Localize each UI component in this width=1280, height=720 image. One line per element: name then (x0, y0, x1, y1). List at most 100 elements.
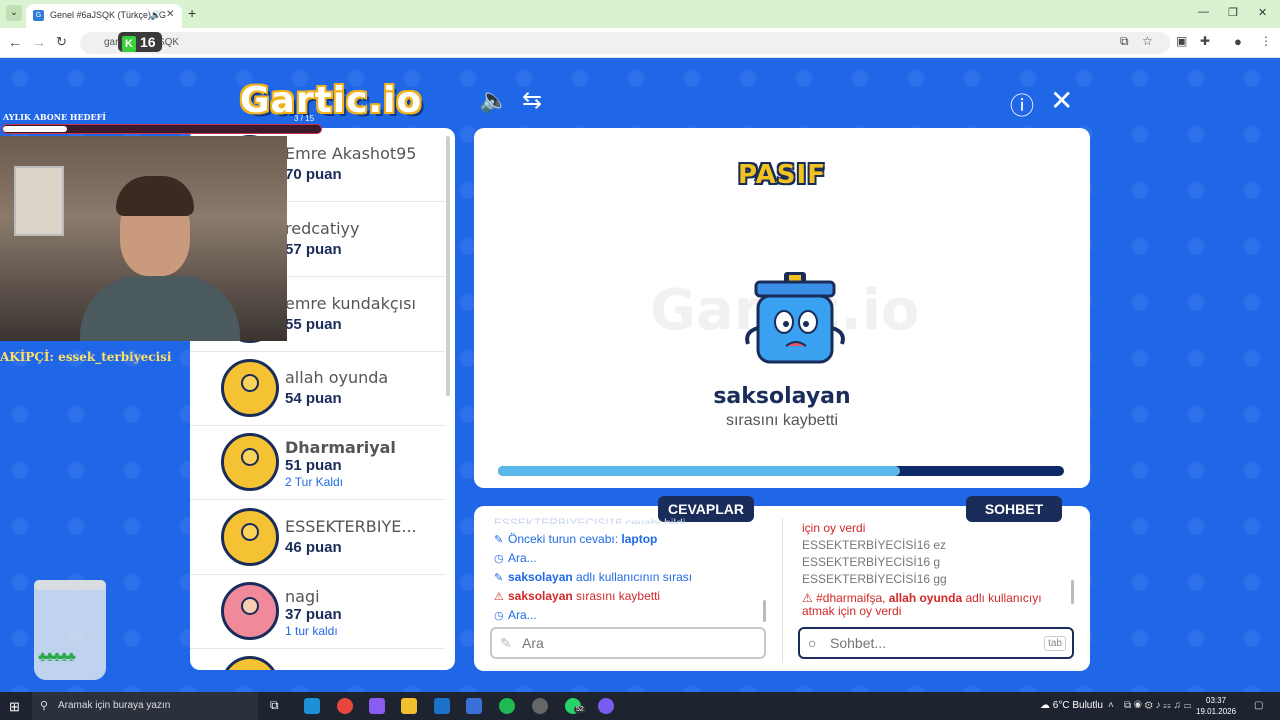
player-name: Emre Akashot95 (285, 144, 417, 163)
close-window-button[interactable]: ✕ (1258, 6, 1267, 19)
obs-icon[interactable] (532, 698, 548, 714)
drawing-panel: PASIF Gartic.io saksolayan sırasını kayb… (474, 128, 1090, 488)
tab-key-hint: tab (1044, 636, 1066, 651)
edge-icon[interactable] (304, 698, 320, 714)
answer-input-box[interactable]: ✎ (490, 627, 766, 659)
chat-input-box[interactable]: ○ tab (798, 627, 1074, 659)
tab-title: Genel #6aJSQK (Türkçe) - G (50, 10, 167, 20)
messenger-icon[interactable] (598, 698, 614, 714)
puzzle-icon[interactable]: ✚ (1200, 34, 1210, 48)
answer-line: ◷ Ara... (494, 608, 537, 622)
warning-icon: ⚠ (494, 591, 504, 603)
minimize-button[interactable]: — (1198, 6, 1209, 18)
subscriber-goal-fill (3, 126, 67, 132)
tab-search-button[interactable]: ⌄ (6, 5, 22, 21)
player-score: 57 puan (285, 241, 342, 258)
kick-live-badge: K 16 (118, 32, 162, 52)
player-avatar (221, 582, 279, 640)
cloud-icon: ☁ (1040, 700, 1053, 711)
webcam-overlay (0, 136, 287, 341)
chat-line: ESSEKTERBİYECİSİ16 g (802, 555, 941, 569)
chat-warning: ⚠ #dharmaifşa, allah oyunda adlı kullanı… (802, 591, 1042, 605)
browser-menu-icon[interactable]: ⋮ (1260, 34, 1272, 48)
browser-tab[interactable]: G Genel #6aJSQK (Türkçe) - G 🔊 ✕ (26, 4, 182, 28)
restore-button[interactable]: ❐ (1228, 6, 1238, 19)
player-row[interactable] (190, 649, 445, 670)
weather-widget[interactable]: ☁ 6°C Bulutlu (1040, 700, 1103, 711)
clock-time: 03:37 (1206, 696, 1227, 705)
gartic-logo[interactable]: Gartic.io (240, 80, 422, 121)
chat-scrollbar[interactable] (1071, 580, 1074, 604)
players-scrollbar[interactable] (446, 136, 450, 396)
taskbar-clock[interactable]: 03:37 19.01.2026 (1196, 695, 1236, 717)
player-score: 70 puan (285, 166, 342, 183)
player-avatar (221, 656, 279, 670)
extension-icon[interactable]: ▣ (1176, 34, 1187, 48)
notification-icon[interactable]: ▢ (1254, 700, 1263, 711)
subscriber-goal-count: 3 / 15 (294, 114, 315, 123)
player-turns-left: 1 tur kaldı (285, 624, 338, 638)
turn-message: sırasını kaybetti (725, 412, 839, 429)
player-row[interactable]: allah oyunda 54 puan (190, 352, 445, 426)
tab-close-icon[interactable]: ✕ (166, 9, 174, 20)
task-view-icon[interactable]: ⧉ (270, 698, 286, 714)
player-row[interactable]: ESSEKTERBIYE... 46 puan (190, 501, 445, 575)
chrome-icon[interactable] (337, 698, 353, 714)
spotify-icon[interactable] (499, 698, 515, 714)
kick-viewer-count: 16 (140, 34, 156, 50)
clock-icon: ◷ (494, 553, 504, 565)
store-icon[interactable] (466, 698, 482, 714)
chat-input[interactable] (830, 635, 1030, 651)
cast-icon[interactable]: ⧉ (1120, 34, 1129, 49)
share-icon[interactable]: ⇆ (522, 86, 542, 115)
tray-chevron-icon[interactable]: ˄ (1108, 700, 1114, 711)
subscriber-goal-label: AYLIK ABONE HEDEFİ (3, 112, 107, 122)
tray-icons[interactable]: ⧉ ◉ ⚙ ♪ ☷ ♫ ▭ (1124, 700, 1191, 711)
pencil-icon: ✎ (494, 534, 504, 546)
answers-chat-panel: CEVAPLAR SOHBET ESSEKTERBIYECISI16 cevab… (474, 496, 1090, 671)
address-bar[interactable]: gartic.io/6aJSQK (80, 32, 1170, 54)
clock-icon: ◷ (494, 610, 504, 622)
windows-start-icon[interactable]: ⊞ (9, 699, 20, 715)
answer-line: ◷ Ara... (494, 551, 537, 565)
taskbar-search[interactable]: Aramak için buraya yazın (32, 692, 258, 720)
browser-tabbar: ⌄ G Genel #6aJSQK (Türkçe) - G 🔊 ✕ + — ❐… (0, 0, 1280, 28)
reload-icon[interactable]: ↻ (56, 34, 67, 50)
player-row[interactable]: nagi 37 puan 1 tur kaldı (190, 575, 445, 649)
chat-line: ESSEKTERBİYECİSİ16 ez (802, 538, 947, 552)
close-icon[interactable]: ✕ (1050, 84, 1073, 117)
answer-line: ✎ Önceki turun cevabı: laptop (494, 532, 658, 546)
latest-follower: AKİPÇİ: essek_terbiyecisi (0, 350, 172, 364)
forward-arrow-icon[interactable]: → (32, 34, 46, 50)
warning-icon: ⚠ (802, 591, 817, 605)
pencil-icon: ✎ (500, 635, 512, 651)
sound-icon[interactable]: 🔈 (479, 86, 509, 115)
player-name: ESSEKTERBIYE... (285, 517, 417, 536)
info-icon[interactable]: ⓘ (1010, 86, 1034, 121)
donation-jar-image: ♣♣♣♣♣ (34, 580, 106, 680)
chat-tab[interactable]: SOHBET (966, 496, 1062, 522)
gartic-favicon-icon: G (33, 10, 44, 21)
copilot-icon[interactable] (369, 698, 385, 714)
windows-taskbar: ⊞ Aramak için buraya yazın ⚲ ⧉ 52 ☁ 6°C … (0, 692, 1280, 720)
player-row[interactable]: Dharmariyal 51 puan 2 Tur Kaldı (190, 426, 445, 500)
player-name: redcatiyy (285, 219, 360, 238)
answer-input[interactable] (522, 635, 722, 651)
player-name: allah oyunda (285, 368, 389, 387)
profile-avatar-icon[interactable]: ● (1234, 34, 1242, 49)
search-icon: ⚲ (40, 700, 49, 712)
speaker-icon[interactable]: 🔊 (150, 10, 161, 21)
browser-toolbar: ← → ↻ gartic.io/6aJSQK (0, 28, 1280, 58)
answers-scrollbar[interactable] (763, 600, 766, 622)
subscriber-goal-bar (2, 124, 322, 134)
whatsapp-badge: 52 (574, 706, 586, 713)
player-name: Dharmariyal (285, 438, 396, 457)
player-name: emre kundakçısı (285, 294, 416, 313)
new-tab-button[interactable]: + (188, 5, 196, 21)
back-arrow-icon[interactable]: ← (8, 34, 22, 50)
bookmark-star-icon[interactable]: ☆ (1142, 34, 1153, 48)
file-explorer-icon[interactable] (401, 698, 417, 714)
player-score: 46 puan (285, 539, 342, 556)
mascot-image (745, 272, 845, 364)
outlook-icon[interactable] (434, 698, 450, 714)
